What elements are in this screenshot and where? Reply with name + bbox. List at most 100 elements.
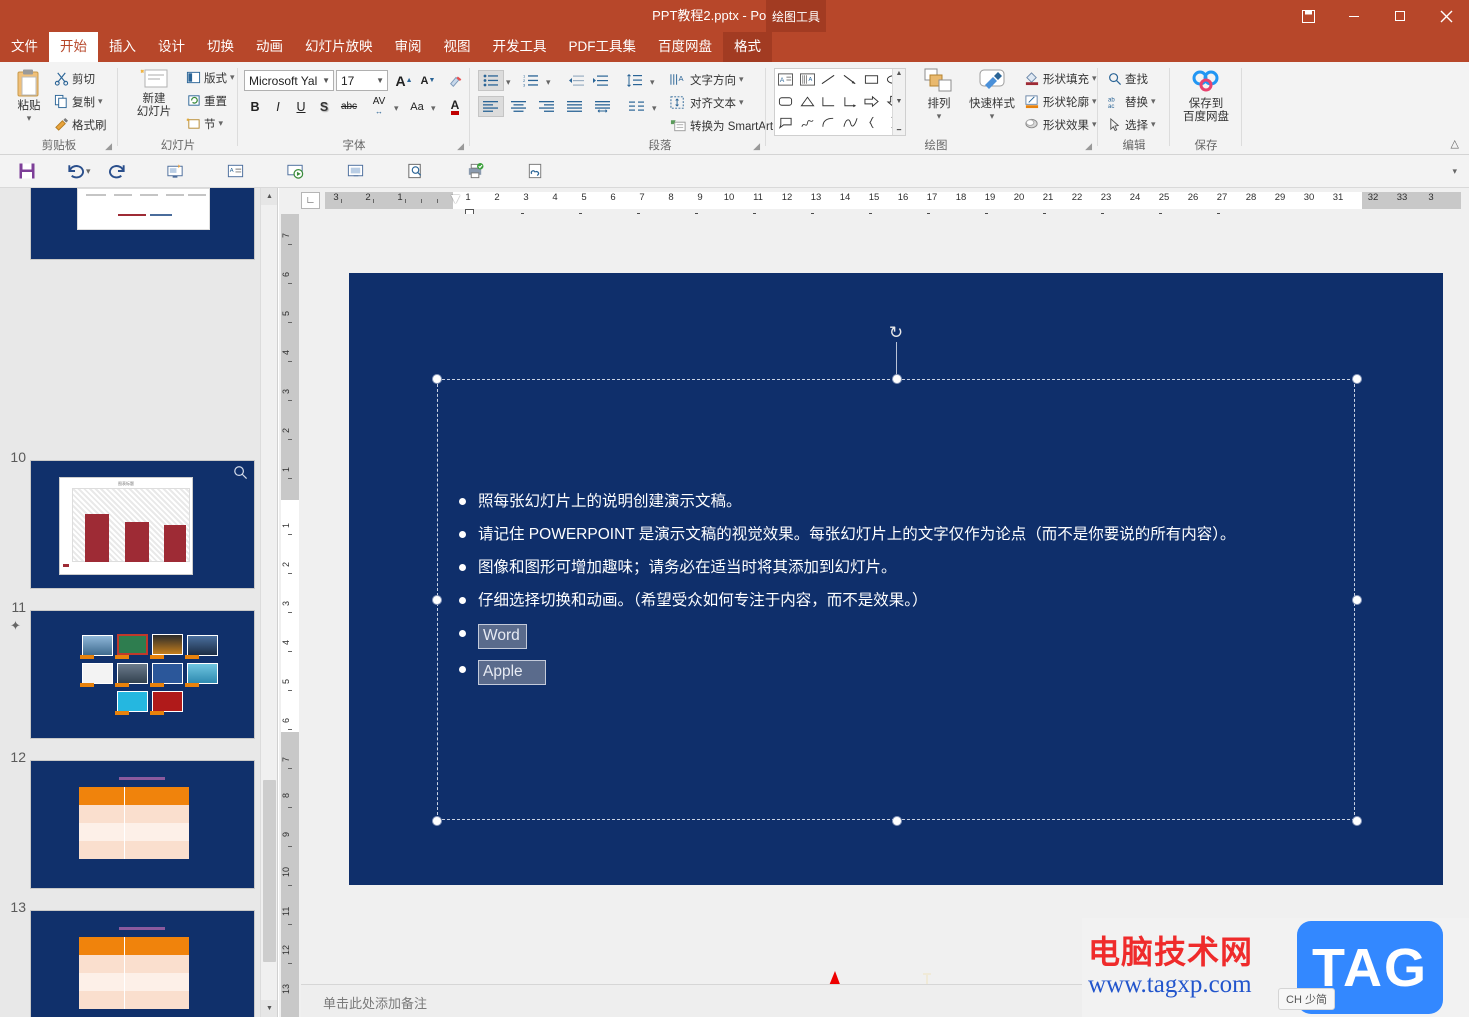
line-spacing-button[interactable] xyxy=(622,70,648,91)
slide-thumbnail-12[interactable] xyxy=(30,760,255,889)
layout-button[interactable]: 版式 ▾ xyxy=(184,67,237,88)
resize-handle-top-center[interactable] xyxy=(892,374,902,384)
present-online-icon[interactable] xyxy=(279,157,313,185)
shape-triangle[interactable] xyxy=(797,91,819,113)
collapse-ribbon-button[interactable]: △ xyxy=(1451,137,1459,150)
arrange-dropdown-arrow[interactable]: ▾ xyxy=(937,111,942,121)
justify-button[interactable] xyxy=(562,96,588,117)
align-text-button[interactable]: 对齐文本 ▾ xyxy=(668,92,746,113)
line-spacing-dropdown-arrow[interactable]: ▾ xyxy=(650,77,655,88)
save-to-baidu-button[interactable]: 保存到 百度网盘 xyxy=(1176,68,1236,124)
hyperlink-icon[interactable] xyxy=(519,157,553,185)
tab-transitions[interactable]: 切换 xyxy=(196,32,245,62)
numbering-button[interactable]: 123 xyxy=(518,70,544,91)
shape-fill-dropdown-arrow[interactable]: ▾ xyxy=(1092,73,1097,84)
shape-text-box[interactable]: A xyxy=(775,69,797,91)
select-button[interactable]: 选择 ▾ xyxy=(1106,114,1158,135)
vertical-ruler[interactable]: 7 6 5 4 3 2 1 1 2 3 4 5 6 7 8 9 10 11 12… xyxy=(279,214,301,1017)
distribute-text-button[interactable] xyxy=(590,96,616,117)
tab-animations[interactable]: 动画 xyxy=(245,32,294,62)
format-painter-button[interactable]: 格式刷 xyxy=(52,114,109,135)
slide-thumbnail-10[interactable]: 图表标题 xyxy=(30,460,255,589)
shape-elbow-arrow-connector[interactable] xyxy=(840,91,862,113)
shape-scribble[interactable] xyxy=(797,112,819,134)
font-dialog-launcher[interactable]: ◢ xyxy=(457,141,464,152)
decrease-indent-button[interactable] xyxy=(564,70,588,91)
bold-button[interactable]: B xyxy=(244,96,266,117)
resize-handle-bottom-center[interactable] xyxy=(892,816,902,826)
qat-customize-arrow[interactable]: ▾ xyxy=(1452,166,1457,177)
underline-button[interactable]: U xyxy=(290,96,312,117)
bullets-dropdown-arrow[interactable]: ▾ xyxy=(506,77,511,88)
numbering-dropdown-arrow[interactable]: ▾ xyxy=(546,77,551,88)
tab-pdf-tools[interactable]: PDF工具集 xyxy=(558,32,648,62)
shape-rounded-rectangle[interactable] xyxy=(775,91,797,113)
slide-canvas-area[interactable]: ↻ 照每张幻灯片上的说明创建演示文稿。 请记住 POWERPOINT 是演示文稿… xyxy=(301,214,1469,1017)
layout-dropdown-arrow[interactable]: ▾ xyxy=(230,72,235,83)
section-dropdown-arrow[interactable]: ▾ xyxy=(219,118,224,129)
section-button[interactable]: 节 ▾ xyxy=(184,113,225,134)
replace-dropdown-arrow[interactable]: ▾ xyxy=(1151,96,1156,107)
bullet-list[interactable]: 照每张幻灯片上的说明创建演示文稿。 请记住 POWERPOINT 是演示文稿的视… xyxy=(456,492,1346,698)
find-button[interactable]: 查找 xyxy=(1106,68,1150,89)
font-color-button[interactable]: A xyxy=(444,96,466,117)
print-preview-icon[interactable] xyxy=(399,157,433,185)
copy-button[interactable]: 复制 ▾ xyxy=(52,91,105,112)
close-icon[interactable] xyxy=(1423,0,1469,32)
font-name-combo[interactable]: Microsoft Yal ▼ xyxy=(244,70,334,91)
rotate-handle[interactable]: ↻ xyxy=(887,323,905,342)
tab-file[interactable]: 文件 xyxy=(0,32,49,62)
print-icon[interactable] xyxy=(459,157,493,185)
paragraph-dialog-launcher[interactable]: ◢ xyxy=(753,141,760,152)
tab-design[interactable]: 设计 xyxy=(147,32,196,62)
ribbon-display-options-icon[interactable] xyxy=(1285,0,1331,32)
replace-button[interactable]: ab ac 替换 ▾ xyxy=(1106,91,1158,112)
thumb10-zoom-icon[interactable] xyxy=(233,465,248,483)
copy-dropdown-arrow[interactable]: ▾ xyxy=(98,96,103,107)
shape-rounded-callout[interactable] xyxy=(775,112,797,134)
shape-elbow-connector[interactable] xyxy=(818,91,840,113)
increase-font-size-button[interactable]: A ▲ xyxy=(392,70,416,91)
shape-right-arrow[interactable] xyxy=(861,91,883,113)
bullets-button[interactable] xyxy=(478,70,504,91)
clear-formatting-icon[interactable] xyxy=(444,70,468,91)
paste-button[interactable]: 粘贴 ▾ xyxy=(6,68,52,124)
undo-dropdown-arrow[interactable]: ▾ xyxy=(86,166,91,177)
align-text-dropdown-arrow[interactable]: ▾ xyxy=(739,97,744,108)
current-slide[interactable]: ↻ 照每张幻灯片上的说明创建演示文稿。 请记住 POWERPOINT 是演示文稿… xyxy=(349,273,1443,1017)
spacing-dropdown-arrow[interactable]: ▾ xyxy=(394,103,399,114)
cut-button[interactable]: 剪切 xyxy=(52,68,97,89)
shape-outline-dropdown-arrow[interactable]: ▾ xyxy=(1092,96,1097,107)
tab-format[interactable]: 格式 xyxy=(723,32,772,62)
shape-outline-button[interactable]: 形状轮廓 ▾ xyxy=(1022,91,1099,112)
paste-dropdown-arrow[interactable]: ▾ xyxy=(27,113,32,123)
shape-curve[interactable] xyxy=(840,112,862,134)
quick-styles-dropdown-arrow[interactable]: ▾ xyxy=(990,111,995,121)
character-spacing-button[interactable]: AV ↔ xyxy=(364,96,394,117)
resize-handle-top-left[interactable] xyxy=(432,374,442,384)
shape-effects-dropdown-arrow[interactable]: ▾ xyxy=(1092,119,1097,130)
shape-rectangle[interactable] xyxy=(861,69,883,91)
italic-button[interactable]: I xyxy=(267,96,289,117)
align-center-button[interactable] xyxy=(506,96,532,117)
quick-styles-button[interactable]: 快速样式 ▾ xyxy=(966,68,1018,122)
slide-thumbnail-11[interactable] xyxy=(30,610,255,739)
resize-handle-middle-left[interactable] xyxy=(432,595,442,605)
redo-icon[interactable] xyxy=(101,157,135,185)
drawing-dialog-launcher[interactable]: ◢ xyxy=(1085,141,1092,152)
text-shadow-button[interactable]: S xyxy=(313,96,335,117)
save-icon[interactable] xyxy=(10,157,44,185)
slide-properties-icon[interactable]: A xyxy=(219,157,253,185)
gallery-more-icon[interactable]: ━ xyxy=(897,126,901,134)
slide-11-animation-icon[interactable]: ✦ xyxy=(10,618,21,634)
tab-developer[interactable]: 开发工具 xyxy=(482,32,558,62)
tab-slideshow[interactable]: 幻灯片放映 xyxy=(294,32,384,62)
slide-thumbnail-9[interactable] xyxy=(30,188,255,260)
ime-indicator[interactable]: CH 少简 xyxy=(1278,988,1335,1010)
thumbnail-scroll-handle[interactable] xyxy=(263,780,276,962)
tab-home[interactable]: 开始 xyxy=(49,32,98,62)
shape-effects-button[interactable]: 形状效果 ▾ xyxy=(1022,114,1099,135)
font-size-combo[interactable]: 17 ▼ xyxy=(336,70,388,91)
tab-stop-selector[interactable]: ∟ xyxy=(301,192,320,209)
columns-button[interactable] xyxy=(624,96,650,117)
